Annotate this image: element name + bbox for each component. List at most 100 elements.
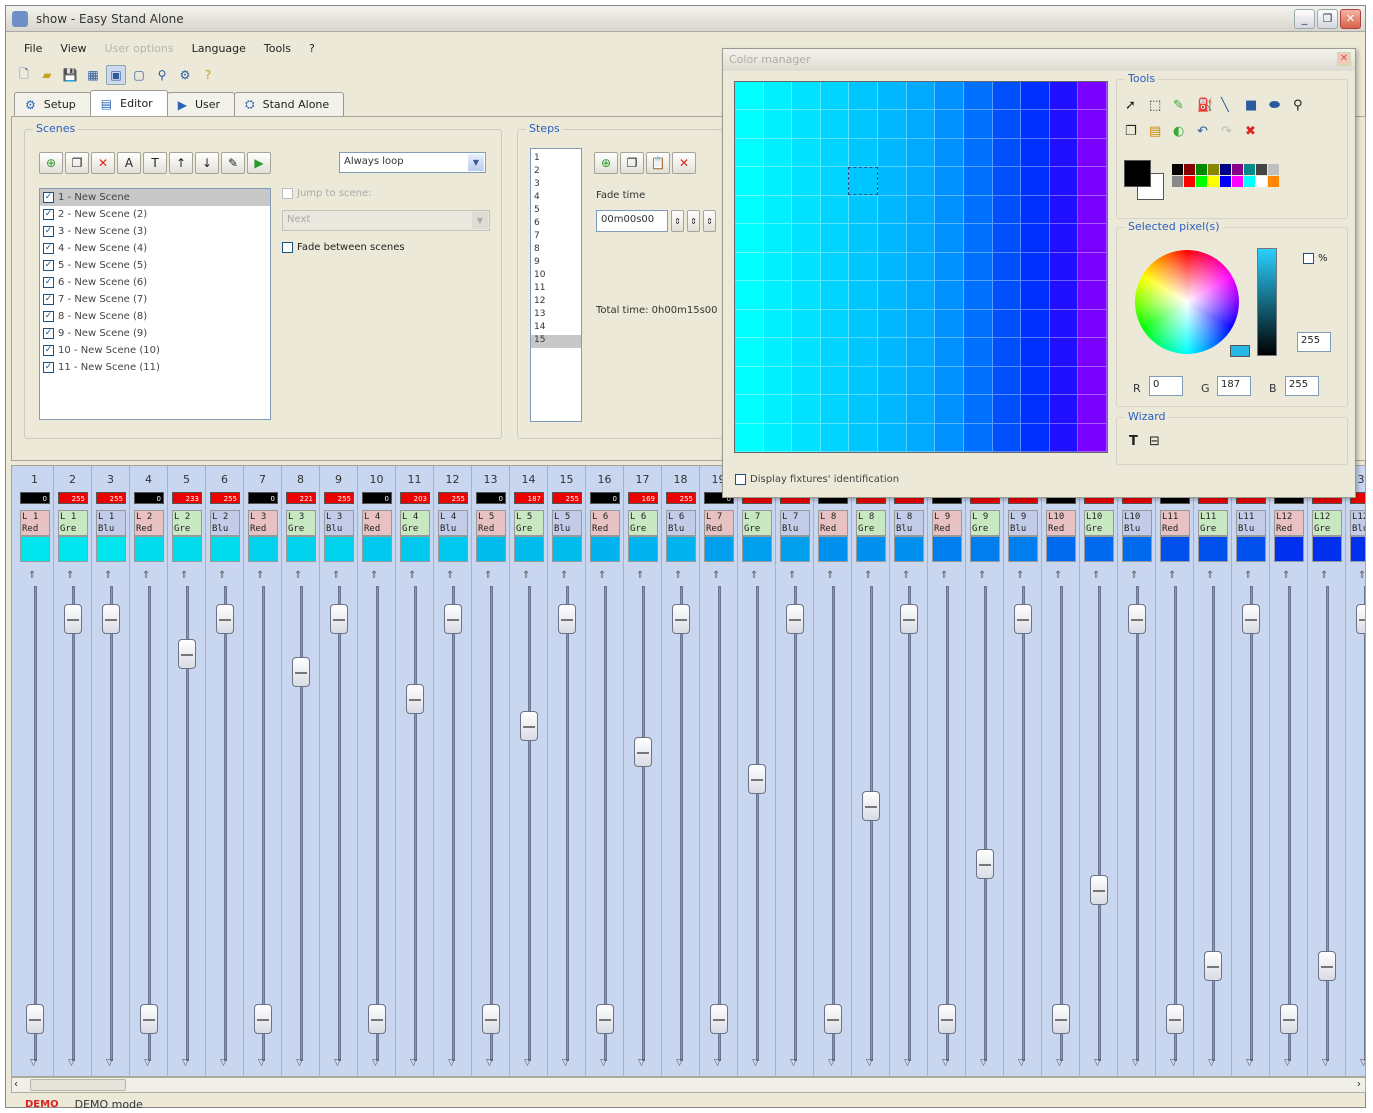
fader-min-icon[interactable]: ▽ [524,1058,531,1068]
grid-cell[interactable] [820,309,850,339]
grid-cell[interactable] [735,110,764,139]
menu-view[interactable]: View [60,42,86,55]
fader-min-icon[interactable]: ▽ [144,1058,151,1068]
palette-swatch[interactable] [1172,176,1183,187]
foreground-color-swatch[interactable] [1124,160,1151,187]
grid-cell[interactable] [935,366,964,396]
color-wheel[interactable] [1135,250,1239,354]
fader-thumb[interactable] [710,1004,728,1035]
palette-swatch[interactable] [1232,164,1243,175]
fader-track[interactable] [984,586,987,1061]
grid-cell[interactable] [906,195,936,225]
fader-track[interactable] [794,586,797,1061]
fader-min-icon[interactable]: ▽ [258,1058,265,1068]
palette-swatch[interactable] [1208,176,1219,187]
scene-enabled-checkbox[interactable]: ✓ [43,362,54,373]
fader-max-icon[interactable]: ⇑ [1244,570,1252,581]
grid-cell[interactable] [763,195,793,225]
grid-cell[interactable] [792,195,821,225]
step-list-item[interactable]: 14 [531,322,581,335]
grid-cell[interactable] [1021,395,1050,424]
grid-cell[interactable] [1078,395,1107,424]
fader-track[interactable] [1060,586,1063,1061]
fader-track[interactable] [34,586,37,1061]
grid-cell[interactable] [963,110,993,139]
fader-thumb[interactable] [976,848,994,879]
fader-track[interactable] [1250,586,1253,1061]
fader-thumb[interactable] [482,1004,500,1035]
play-scene-icon[interactable]: ▶ [247,152,271,174]
grid-cell[interactable] [820,281,850,310]
grid-cell[interactable] [820,252,850,282]
fader-min-icon[interactable]: ▽ [1360,1058,1365,1068]
tab-stand-alone[interactable]: ⛭ Stand Alone [234,92,345,116]
fader-max-icon[interactable]: ⇑ [446,570,454,581]
fader-thumb[interactable] [862,790,880,821]
grid-cell[interactable] [792,309,821,339]
grid-cell[interactable] [1021,224,1050,253]
fader-max-icon[interactable]: ⇑ [28,570,36,581]
step-list-item[interactable]: 11 [531,283,581,296]
fader-thumb[interactable] [102,603,120,634]
fader-max-icon[interactable]: ⇑ [522,570,530,581]
scene-list-item[interactable]: ✓ 10 - New Scene (10) [40,342,270,359]
fader-thumb[interactable] [254,1004,272,1035]
grid-cell[interactable] [763,423,793,452]
fader-max-icon[interactable]: ⇑ [104,570,112,581]
fader-thumb[interactable] [900,603,918,634]
grid-cell[interactable] [906,309,936,339]
grid-cell[interactable] [906,366,936,396]
fader-max-icon[interactable]: ⇑ [750,570,758,581]
grid-cell[interactable] [849,252,879,282]
tab-editor[interactable]: ▤ Editor [89,90,168,116]
luminance-input[interactable]: 255 [1297,332,1331,352]
grid-cell[interactable] [763,366,793,396]
fader-max-icon[interactable]: ⇑ [560,570,568,581]
fader-min-icon[interactable]: ▽ [1170,1058,1177,1068]
grid-cell[interactable] [906,138,936,168]
grid-cell[interactable] [992,281,1022,310]
fader-thumb[interactable] [368,1004,386,1035]
fader-min-icon[interactable]: ▽ [486,1058,493,1068]
grid-cell[interactable] [992,224,1022,253]
ellipse-icon[interactable]: ⬬ [1269,98,1280,113]
grid-cell[interactable] [992,82,1022,111]
scene-list-item[interactable]: ✓ 3 - New Scene (3) [40,223,270,240]
menu-tools[interactable]: Tools [264,42,291,55]
grid-cell[interactable] [878,224,907,253]
scene-list-item[interactable]: ✓ 6 - New Scene (6) [40,274,270,291]
fader-thumb[interactable] [1052,1004,1070,1035]
step-list-item[interactable]: 6 [531,218,581,231]
grid-cell[interactable] [763,309,793,339]
fader-max-icon[interactable]: ⇑ [978,570,986,581]
fader-max-icon[interactable]: ⇑ [1320,570,1328,581]
fader-track[interactable] [376,586,379,1061]
spinner-cs-icon[interactable]: ⇕ [703,210,716,232]
fader-track[interactable] [680,586,683,1061]
step-list-item[interactable]: 1 [531,153,581,166]
grid-cell[interactable] [735,309,764,339]
grid-cell[interactable] [963,423,993,452]
palette-swatch[interactable] [1268,176,1279,187]
grid-cell[interactable] [963,309,993,339]
grid-cell[interactable] [735,224,764,253]
palette-swatch[interactable] [1196,164,1207,175]
palette-swatch[interactable] [1172,164,1183,175]
palette-swatch[interactable] [1196,176,1207,187]
fader-track[interactable] [452,586,455,1061]
fader-track[interactable] [832,586,835,1061]
fader-thumb[interactable] [786,603,804,634]
fader-max-icon[interactable]: ⇑ [66,570,74,581]
palette-swatch[interactable] [1256,176,1267,187]
scene-enabled-checkbox[interactable]: ✓ [43,260,54,271]
fader-min-icon[interactable]: ▽ [410,1058,417,1068]
scene-enabled-checkbox[interactable]: ✓ [43,328,54,339]
scene-enabled-checkbox[interactable]: ✓ [43,311,54,322]
step-list-item[interactable]: 8 [531,244,581,257]
scroll-left-icon[interactable]: ‹ [14,1079,18,1090]
grid-cell[interactable] [820,195,850,225]
palette-swatch[interactable] [1220,164,1231,175]
grid-cell[interactable] [820,82,850,111]
fader-track[interactable] [870,586,873,1061]
fader-track[interactable] [490,586,493,1061]
